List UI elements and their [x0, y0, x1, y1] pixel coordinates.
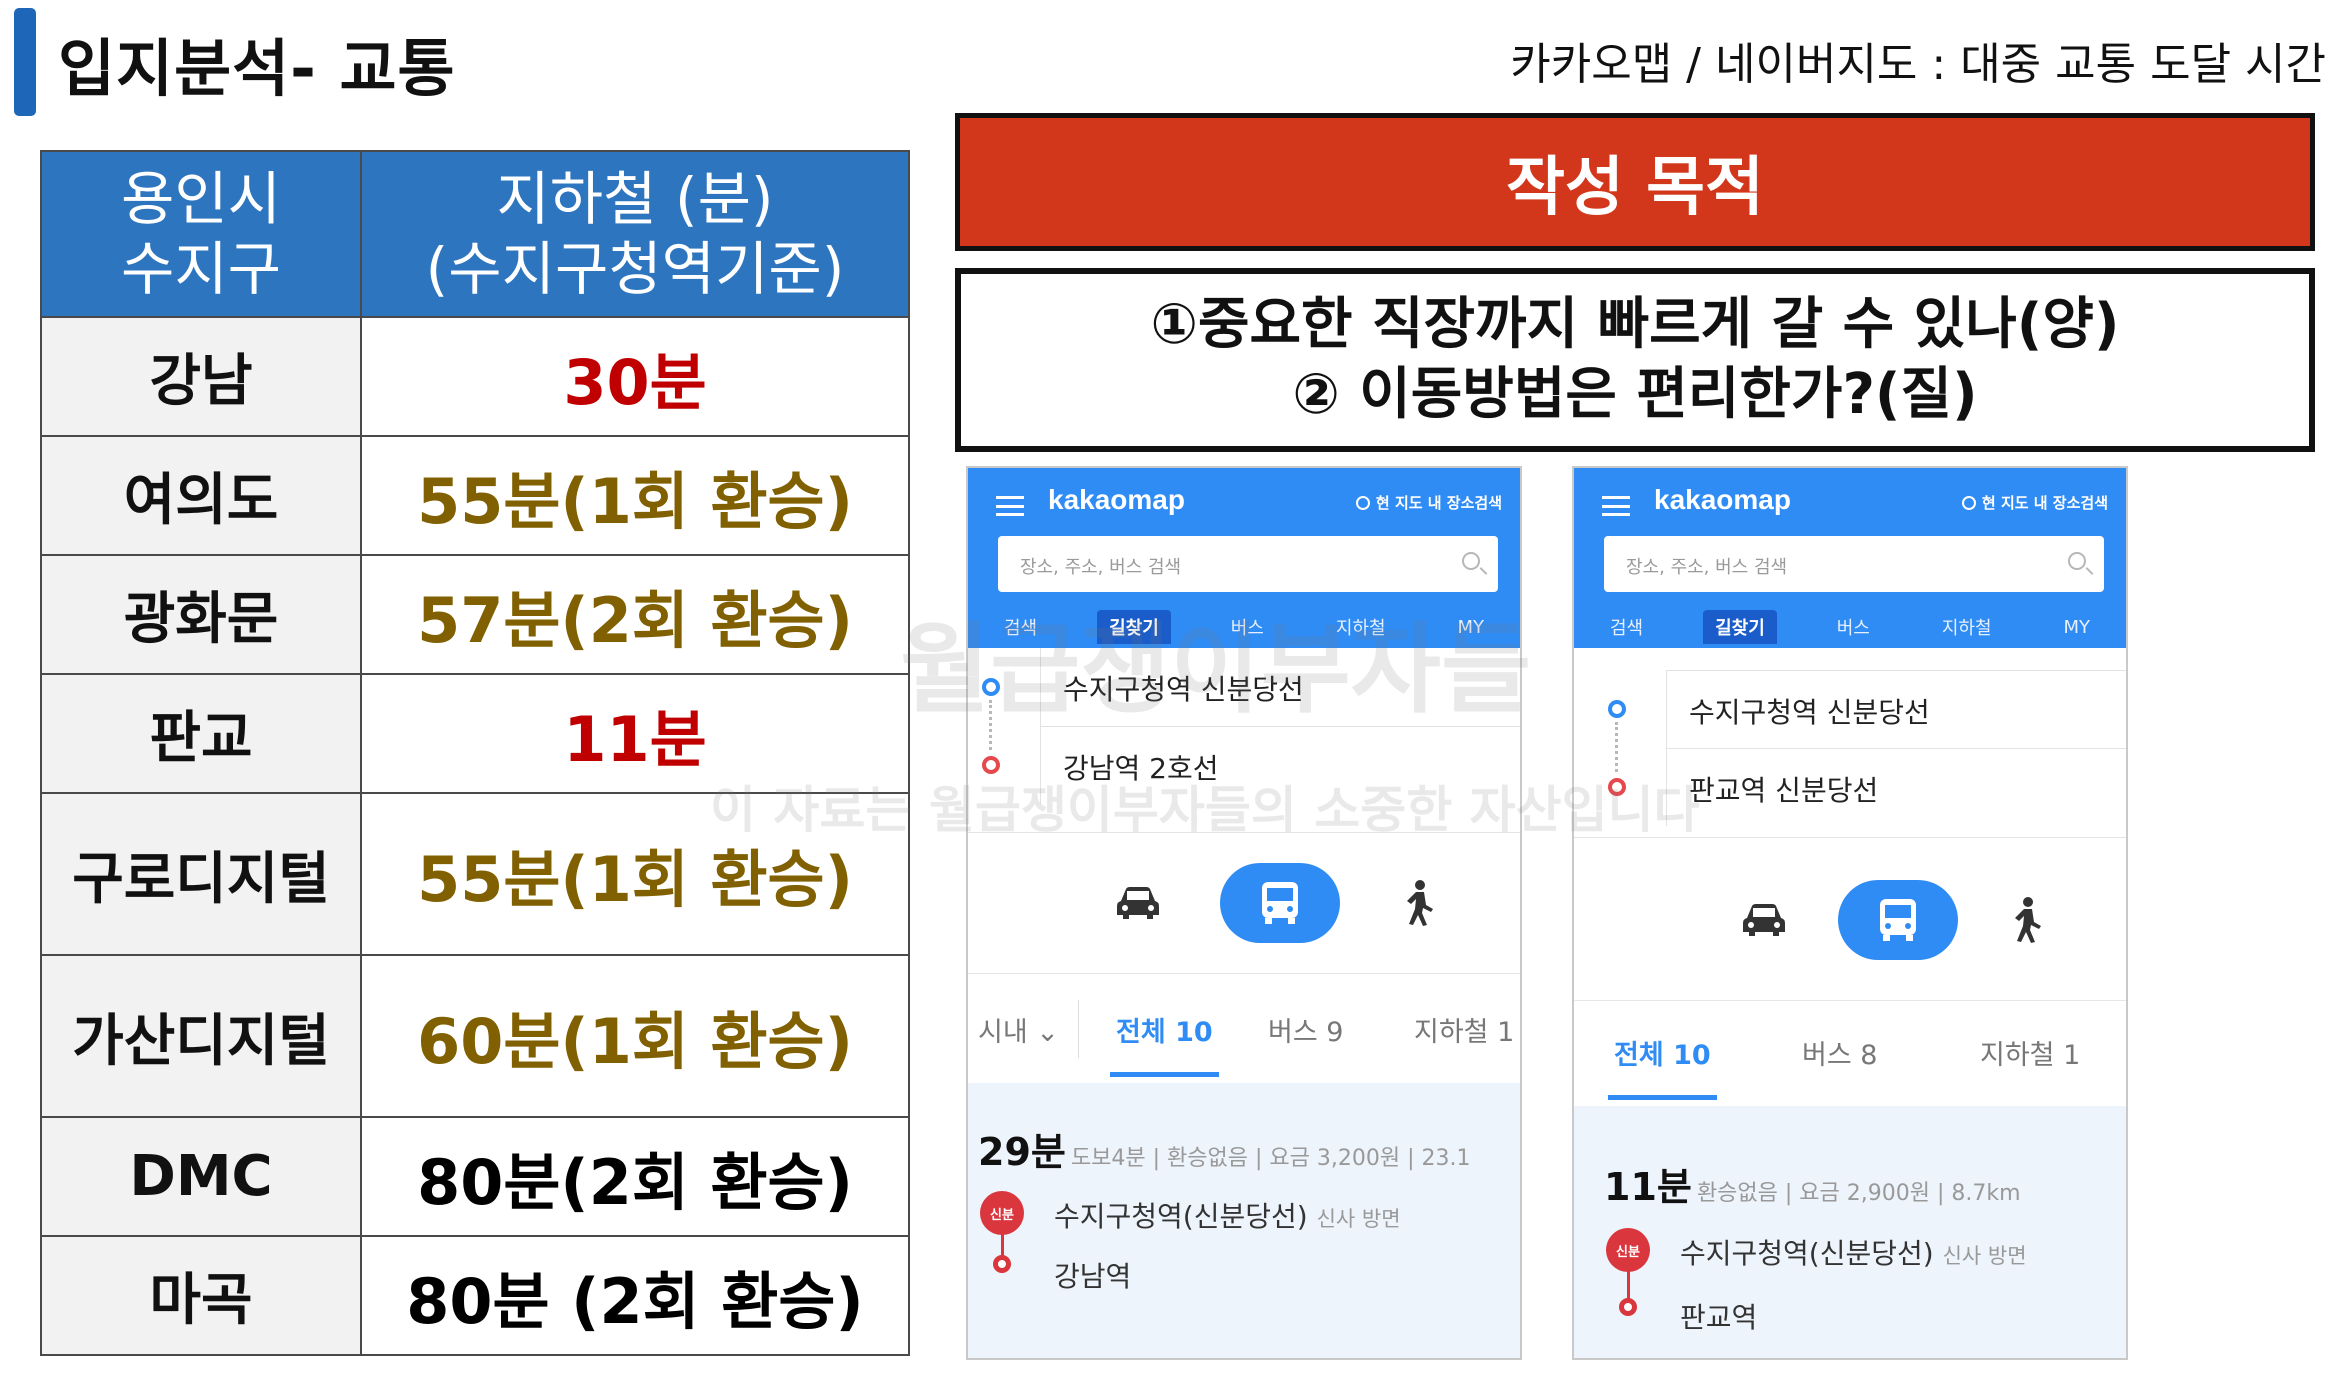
row-time: 80분(2회 환승) [360, 1116, 910, 1237]
row-time: 55분(1회 환승) [360, 435, 910, 556]
walk-icon[interactable] [1986, 880, 2066, 960]
tab-all[interactable]: 전체 10 [1110, 1010, 1219, 1077]
purpose-banner: 작성 목적 [955, 113, 2315, 251]
tab-all[interactable]: 전체 10 [1608, 1033, 1717, 1100]
table-row: 마곡 80분 (2회 환승) [40, 1235, 910, 1356]
stop-marker-icon [1619, 1298, 1637, 1316]
map-area-search-button[interactable]: 현 지도 내 장소검색 [1355, 492, 1502, 513]
search-input[interactable]: 장소, 주소, 버스 검색 [1604, 536, 2104, 592]
purpose-line-2: ② 이동방법은 편리한가?(질) [1292, 362, 1978, 427]
board-station: 수지구청역(신분당선) 신사 방면 [1680, 1237, 2027, 1270]
search-icon[interactable] [1462, 552, 1480, 570]
alight-station: 판교역 [1680, 1301, 1758, 1334]
origin-dot-icon [1608, 700, 1626, 718]
walk-icon[interactable] [1378, 863, 1458, 943]
radio-icon [1355, 496, 1370, 510]
row-time: 30분 [360, 316, 910, 437]
table-row: 광화문 57분(2회 환승) [40, 554, 910, 675]
radio-icon [1961, 496, 1976, 510]
row-place: 마곡 [40, 1235, 362, 1356]
nav-search[interactable]: 검색 [1598, 610, 1655, 644]
line-segment [1627, 1270, 1630, 1300]
row-time: 60분(1회 환승) [360, 954, 910, 1118]
table-row: DMC 80분(2회 환승) [40, 1116, 910, 1237]
search-input[interactable]: 장소, 주소, 버스 검색 [998, 536, 1498, 592]
route-duration: 29분 [978, 1130, 1066, 1174]
map-area-search-button[interactable]: 현 지도 내 장소검색 [1961, 492, 2108, 513]
nav-my[interactable]: MY [2051, 613, 2102, 642]
subway-line-badge: 신분 [980, 1191, 1024, 1235]
row-place: DMC [40, 1116, 362, 1237]
table-header-region: 용인시 수지구 [40, 150, 362, 318]
route-meta: 도보4분 | 환승없음 | 요금 3,200원 | 23.1 [1070, 1146, 1471, 1171]
bus-icon[interactable] [1838, 880, 1958, 960]
row-place: 강남 [40, 316, 362, 437]
route-meta: 환승없음 | 요금 2,900원 | 8.7km [1696, 1181, 2021, 1206]
table-row: 여의도 55분(1회 환승) [40, 435, 910, 556]
tab-subway[interactable]: 지하철 1 [1414, 1010, 1514, 1049]
row-place: 여의도 [40, 435, 362, 556]
page-title: 입지분석- 교통 [58, 32, 456, 105]
row-time: 80분 (2회 환승) [360, 1235, 910, 1356]
route-result[interactable]: 29분 도보4분 | 환승없음 | 요금 3,200원 | 23.1 신분 수지… [968, 1083, 1520, 1358]
travel-mode-selector [968, 833, 1520, 973]
route-result[interactable]: 11분 환승없음 | 요금 2,900원 | 8.7km 신분 수지구청역(신분… [1574, 1106, 2126, 1358]
tab-bus[interactable]: 버스 9 [1268, 1010, 1343, 1049]
app-brand: kakaomap [1654, 484, 1791, 515]
destination-field[interactable]: 판교역 신분당선 [1666, 748, 2126, 826]
nav-directions[interactable]: 길찾기 [1703, 610, 1777, 644]
tab-subway[interactable]: 지하철 1 [1980, 1033, 2080, 1072]
page-subtitle: 카카오맵 / 네이버지도 : 대중 교통 도달 시간 [1510, 39, 2326, 90]
title-accent-bar [14, 8, 36, 116]
menu-icon[interactable] [1602, 496, 1630, 516]
app-nav: 검색 길찾기 버스 지하철 MY [1574, 606, 2126, 648]
purpose-box: ①중요한 직장까지 빠르게 갈 수 있나(양) ② 이동방법은 편리한가?(질) [955, 268, 2315, 452]
purpose-line-1: ①중요한 직장까지 빠르게 갈 수 있나(양) [1150, 292, 2120, 357]
city-filter-dropdown[interactable]: 시내 ⌄ [978, 1010, 1059, 1049]
row-place: 가산디지털 [40, 954, 362, 1118]
origin-field[interactable]: 수지구청역 신분당선 [1666, 670, 2126, 748]
tab-bus[interactable]: 버스 8 [1802, 1033, 1877, 1072]
result-tabs: 전체 10 버스 8 지하철 1 [1574, 1000, 2126, 1106]
row-time: 57분(2회 환승) [360, 554, 910, 675]
table-row: 강남 30분 [40, 316, 910, 437]
app-brand: kakaomap [1048, 484, 1185, 515]
result-tabs: 시내 ⌄ 전체 10 버스 9 지하철 1 [968, 973, 1520, 1083]
car-icon[interactable] [1098, 863, 1178, 943]
menu-icon[interactable] [996, 496, 1024, 516]
stop-marker-icon [993, 1255, 1011, 1273]
alight-station: 강남역 [1054, 1260, 1132, 1293]
kakaomap-screenshot-pangyo: kakaomap 현 지도 내 장소검색 장소, 주소, 버스 검색 검색 길찾… [1572, 466, 2128, 1360]
row-place: 광화문 [40, 554, 362, 675]
nav-subway[interactable]: 지하철 [1930, 610, 2004, 644]
travel-mode-selector [1574, 838, 2126, 1000]
bus-icon[interactable] [1220, 863, 1340, 943]
chevron-down-icon: ⌄ [1036, 1017, 1059, 1048]
search-icon[interactable] [2068, 552, 2086, 570]
board-station: 수지구청역(신분당선) 신사 방면 [1054, 1200, 1401, 1233]
route-duration: 11분 [1604, 1165, 1692, 1209]
nav-bus[interactable]: 버스 [1825, 610, 1882, 644]
subway-line-badge: 신분 [1606, 1228, 1650, 1272]
route-connector [1615, 722, 1618, 772]
commute-time-table: 용인시 수지구 지하철 (분) (수지구청역기준) 강남 30분 여의도 55분(1… [40, 150, 910, 1356]
row-place: 구로디지털 [40, 792, 362, 956]
app-header: kakaomap 현 지도 내 장소검색 장소, 주소, 버스 검색 검색 길찾… [1574, 468, 2126, 648]
watermark-brand: 월급쟁이부자들 [900, 613, 1532, 727]
watermark-notice: 이 자료는 월급쟁이부자들의 소중한 자산입니다 [710, 781, 1700, 839]
table-header-subway-time: 지하철 (분) (수지구청역기준) [360, 150, 910, 318]
tab-divider [1078, 1000, 1079, 1058]
table-row: 가산디지털 60분(1회 환승) [40, 954, 910, 1118]
car-icon[interactable] [1724, 880, 1804, 960]
row-place: 판교 [40, 673, 362, 794]
